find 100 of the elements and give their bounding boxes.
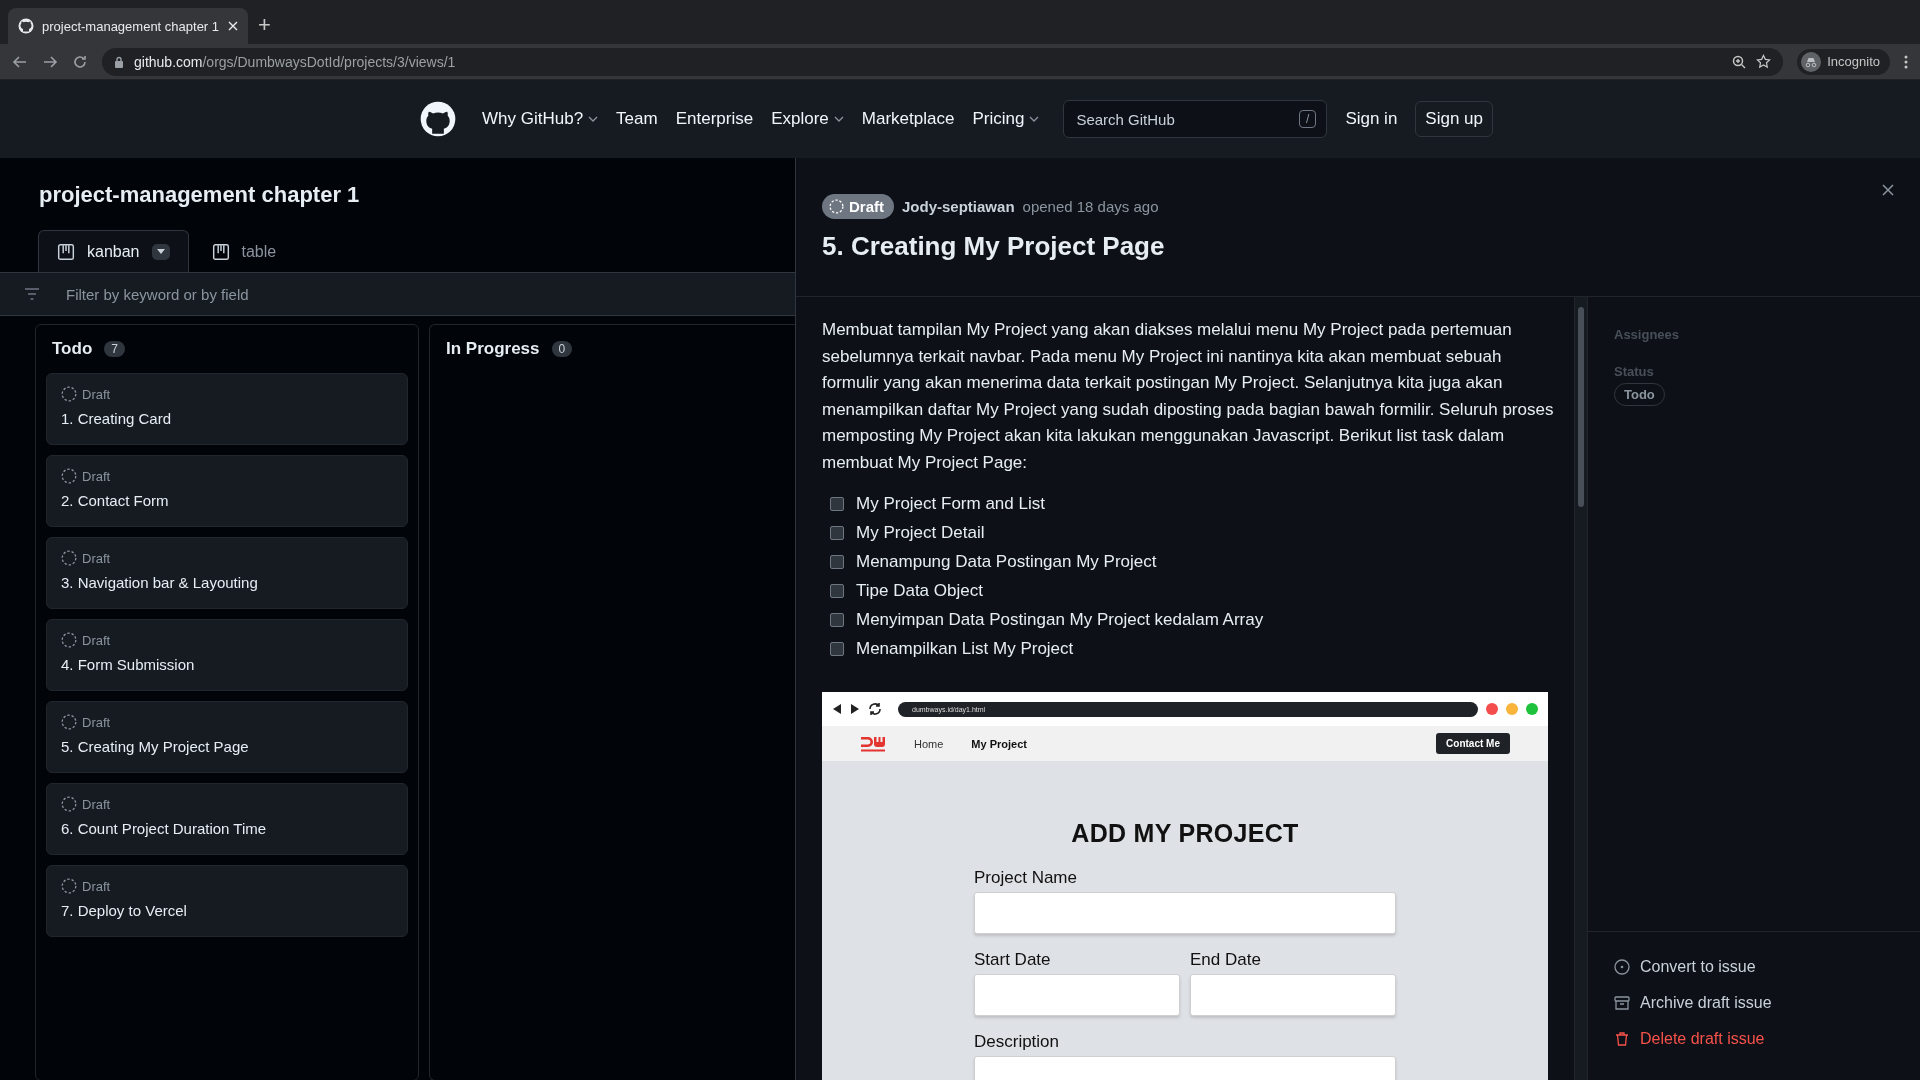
view-tab[interactable]: table <box>192 230 296 272</box>
task-checkbox[interactable] <box>830 613 844 627</box>
draft-icon <box>61 468 77 484</box>
dropdown-icon[interactable] <box>151 243 170 260</box>
task-label: My Project Detail <box>856 523 985 543</box>
action-button[interactable]: Delete draft issue <box>1614 1030 1894 1048</box>
search-field[interactable]: Search GitHub <box>1074 109 1300 129</box>
task-checkbox[interactable] <box>830 642 844 656</box>
field-label: Project Name <box>974 868 1078 888</box>
draft-card[interactable]: Draft 2. Contact Form <box>46 455 408 527</box>
zoom-icon[interactable] <box>1732 54 1747 69</box>
profile-button[interactable]: Incognito <box>1797 48 1890 75</box>
task-label: Menyimpan Data Postingan My Project kedalam Array <box>856 610 1264 630</box>
back-icon[interactable] <box>12 53 28 70</box>
nav-link[interactable]: Pricing <box>972 109 1040 129</box>
nav-link[interactable]: Enterprise <box>675 109 754 129</box>
trash-icon <box>1614 1031 1630 1047</box>
draft-card[interactable]: Draft 1. Creating Card <box>46 373 408 445</box>
task-label: Tipe Data Object <box>856 581 983 601</box>
octocat-icon <box>18 18 34 34</box>
close-dot-icon <box>1486 703 1498 715</box>
task-label: Menampung Data Postingan My Project <box>856 552 1157 572</box>
card-title: 7. Deploy to Vercel <box>61 902 188 919</box>
draft-card[interactable]: Draft 3. Navigation bar & Layouting <box>46 537 408 609</box>
contact-button[interactable]: Contact Me <box>1436 733 1510 754</box>
count-badge: 0 <box>551 341 573 357</box>
circle-dot-icon <box>1614 959 1630 975</box>
status-label: Status <box>1614 364 1655 379</box>
view-tab[interactable]: kanban <box>38 230 189 272</box>
draft-card[interactable]: Draft 4. Form Submission <box>46 619 408 691</box>
search-box[interactable]: Search GitHub / <box>1063 100 1328 138</box>
card-title: 5. Creating My Project Page <box>61 738 250 755</box>
draft-card[interactable]: Draft 5. Creating My Project Page <box>46 701 408 773</box>
card-status: Draft <box>82 878 111 894</box>
draft-card[interactable]: Draft 6. Count Project Duration Time <box>46 783 408 855</box>
address-bar[interactable]: github.com/orgs/DumbwaysDotId/projects/3/views/1 <box>102 47 1784 76</box>
task-checkbox[interactable] <box>830 584 844 598</box>
field-label: Start Date <box>974 950 1052 970</box>
action-button[interactable]: Archive draft issue <box>1614 994 1894 1012</box>
filter-icon <box>24 288 40 300</box>
incognito-icon <box>1801 51 1822 72</box>
chevron-icon <box>588 116 599 122</box>
card-status: Draft <box>82 714 111 730</box>
card-status: Draft <box>82 550 111 566</box>
task-checkbox[interactable] <box>830 497 844 511</box>
card-title: 2. Contact Form <box>61 492 170 509</box>
sign-up-button[interactable]: Sign up <box>1415 101 1494 137</box>
nav-link[interactable]: Marketplace <box>861 109 955 129</box>
project-title: project-management chapter 1 <box>39 182 361 208</box>
reload-icon[interactable] <box>72 53 88 70</box>
scrollbar[interactable] <box>1574 297 1587 1080</box>
draft-icon <box>61 878 77 894</box>
logo-icon <box>860 734 886 753</box>
field-label: Description <box>974 1032 1061 1052</box>
card-title: 3. Navigation bar & Layouting <box>61 574 259 591</box>
lock-icon <box>114 55 124 68</box>
draft-icon <box>61 714 77 730</box>
sign-in-link[interactable]: Sign in <box>1345 109 1398 129</box>
task-checkbox[interactable] <box>830 555 844 569</box>
column-title: In Progress <box>446 339 540 359</box>
card-title: 6. Count Project Duration Time <box>61 820 268 837</box>
chevron-icon <box>833 116 844 122</box>
task-label: My Project Form and List <box>856 494 1045 514</box>
card-status: Draft <box>82 468 111 484</box>
board-icon <box>57 242 75 261</box>
nav-link[interactable]: Why GitHub? <box>482 109 599 129</box>
draft-icon <box>61 796 77 812</box>
shortcut-key: / <box>1299 110 1317 128</box>
draft-icon <box>61 550 77 566</box>
new-tab-button[interactable]: + <box>258 12 271 38</box>
draft-card[interactable]: Draft 7. Deploy to Vercel <box>46 865 408 937</box>
filter-bar[interactable]: Filter by keyword or by field <box>0 272 795 316</box>
card-status: Draft <box>82 386 111 402</box>
field-label: End Date <box>1190 950 1262 970</box>
form-heading: ADD MY PROJECT <box>1070 819 1300 848</box>
close-icon[interactable] <box>228 21 238 31</box>
nav-link[interactable]: Team <box>616 109 658 129</box>
archive-icon <box>1614 995 1630 1011</box>
task-checkbox[interactable] <box>830 526 844 540</box>
more-icon[interactable] <box>1904 54 1908 69</box>
card-title: 1. Creating Card <box>61 410 173 427</box>
tab-title: project-management chapter 1 <box>42 18 220 34</box>
forward-icon[interactable] <box>42 53 58 70</box>
github-logo-icon[interactable] <box>420 101 456 137</box>
minimize-dot-icon <box>1506 703 1518 715</box>
nav-link[interactable]: Explore <box>771 109 844 129</box>
action-button[interactable]: Convert to issue <box>1614 958 1894 976</box>
draft-icon <box>61 386 77 402</box>
star-icon[interactable] <box>1756 54 1772 69</box>
chevron-icon <box>1029 116 1040 122</box>
card-title: 4. Form Submission <box>61 656 196 673</box>
task-label: Menampilkan List My Project <box>856 639 1074 659</box>
browser-tab[interactable]: project-management chapter 1 <box>8 8 248 44</box>
filter-field[interactable]: Filter by keyword or by field <box>64 284 795 304</box>
issue-title: 5. Creating My Project Page <box>822 231 1166 262</box>
draft-icon <box>61 632 77 648</box>
author-link[interactable]: Jody-septiawan <box>902 198 1015 215</box>
forward-icon <box>850 703 860 715</box>
count-badge: 7 <box>104 341 125 357</box>
opened-text: opened 18 days ago <box>1022 198 1159 215</box>
